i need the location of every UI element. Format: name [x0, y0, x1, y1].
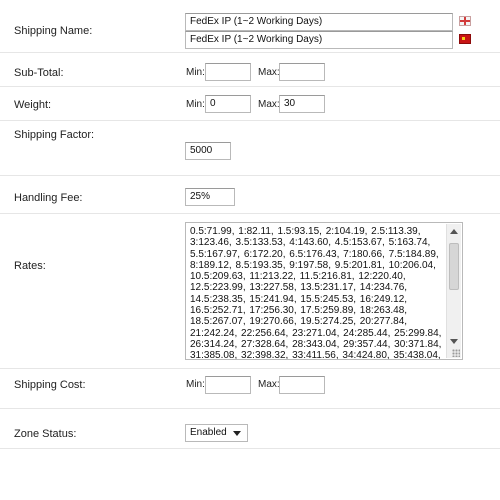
rates-text: 0.5:71.99, 1:82.11, 1.5:93.15, 2:104.19,…: [190, 226, 442, 360]
handling-fee-label: Handling Fee:: [14, 192, 83, 204]
zone-status-select[interactable]: Enabled: [185, 424, 248, 442]
shipping-cost-label: Shipping Cost:: [14, 379, 86, 391]
shipping-factor-input[interactable]: 5000: [185, 142, 231, 160]
subtotal-max-label: Max:: [258, 67, 280, 78]
subtotal-min-input[interactable]: [205, 63, 251, 81]
handling-fee-input[interactable]: 25%: [185, 188, 235, 206]
row-subtotal: Sub-Total: Min: Max:: [0, 52, 500, 87]
zone-status-label: Zone Status:: [14, 428, 77, 440]
weight-max-label: Max:: [258, 99, 280, 110]
uk-flag-icon: [459, 16, 471, 26]
shipping-name-input-alt[interactable]: FedEx IP (1~2 Working Days): [185, 31, 453, 49]
shipping-factor-label: Shipping Factor:: [14, 129, 95, 141]
scroll-up-arrow-icon[interactable]: [450, 229, 458, 234]
shipping-name-label: Shipping Name:: [14, 25, 93, 37]
subtotal-min-label: Min:: [186, 67, 205, 78]
shipping-cost-max-label: Max:: [258, 379, 280, 390]
row-zone-status: Zone Status: Enabled: [0, 408, 500, 449]
resize-grip-icon[interactable]: [452, 349, 460, 357]
weight-label: Weight:: [14, 99, 52, 111]
zone-status-selected-value: Enabled: [190, 427, 227, 438]
chevron-down-icon: [233, 431, 241, 436]
weight-min-input[interactable]: 0: [205, 95, 251, 113]
weight-max-input[interactable]: 30: [279, 95, 325, 113]
shipping-cost-min-label: Min:: [186, 379, 205, 390]
shipping-name-input-en[interactable]: FedEx IP (1~2 Working Days): [185, 13, 453, 31]
row-weight: Weight: Min: 0 Max: 30: [0, 86, 500, 121]
row-handling-fee: Handling Fee: 25%: [0, 175, 500, 214]
scroll-down-arrow-icon[interactable]: [450, 339, 458, 344]
row-shipping-factor: Shipping Factor: 5000: [0, 120, 500, 176]
subtotal-max-input[interactable]: [279, 63, 325, 81]
rates-textarea[interactable]: 0.5:71.99, 1:82.11, 1.5:93.15, 2:104.19,…: [185, 222, 463, 360]
shipping-cost-min-input[interactable]: [205, 376, 251, 394]
row-shipping-name: Shipping Name: FedEx IP (1~2 Working Day…: [0, 0, 500, 53]
shipping-method-form: Shipping Name: FedEx IP (1~2 Working Day…: [0, 0, 500, 500]
row-shipping-cost: Shipping Cost: Min: Max:: [0, 368, 500, 409]
shipping-cost-max-input[interactable]: [279, 376, 325, 394]
red-flag-icon: [459, 34, 471, 44]
weight-min-label: Min:: [186, 99, 205, 110]
rates-label: Rates:: [14, 260, 46, 272]
row-rates: Rates: 0.5:71.99, 1:82.11, 1.5:93.15, 2:…: [0, 213, 500, 369]
subtotal-label: Sub-Total:: [14, 67, 64, 79]
rates-scrollbar[interactable]: [446, 224, 461, 358]
scrollbar-thumb[interactable]: [449, 243, 459, 290]
